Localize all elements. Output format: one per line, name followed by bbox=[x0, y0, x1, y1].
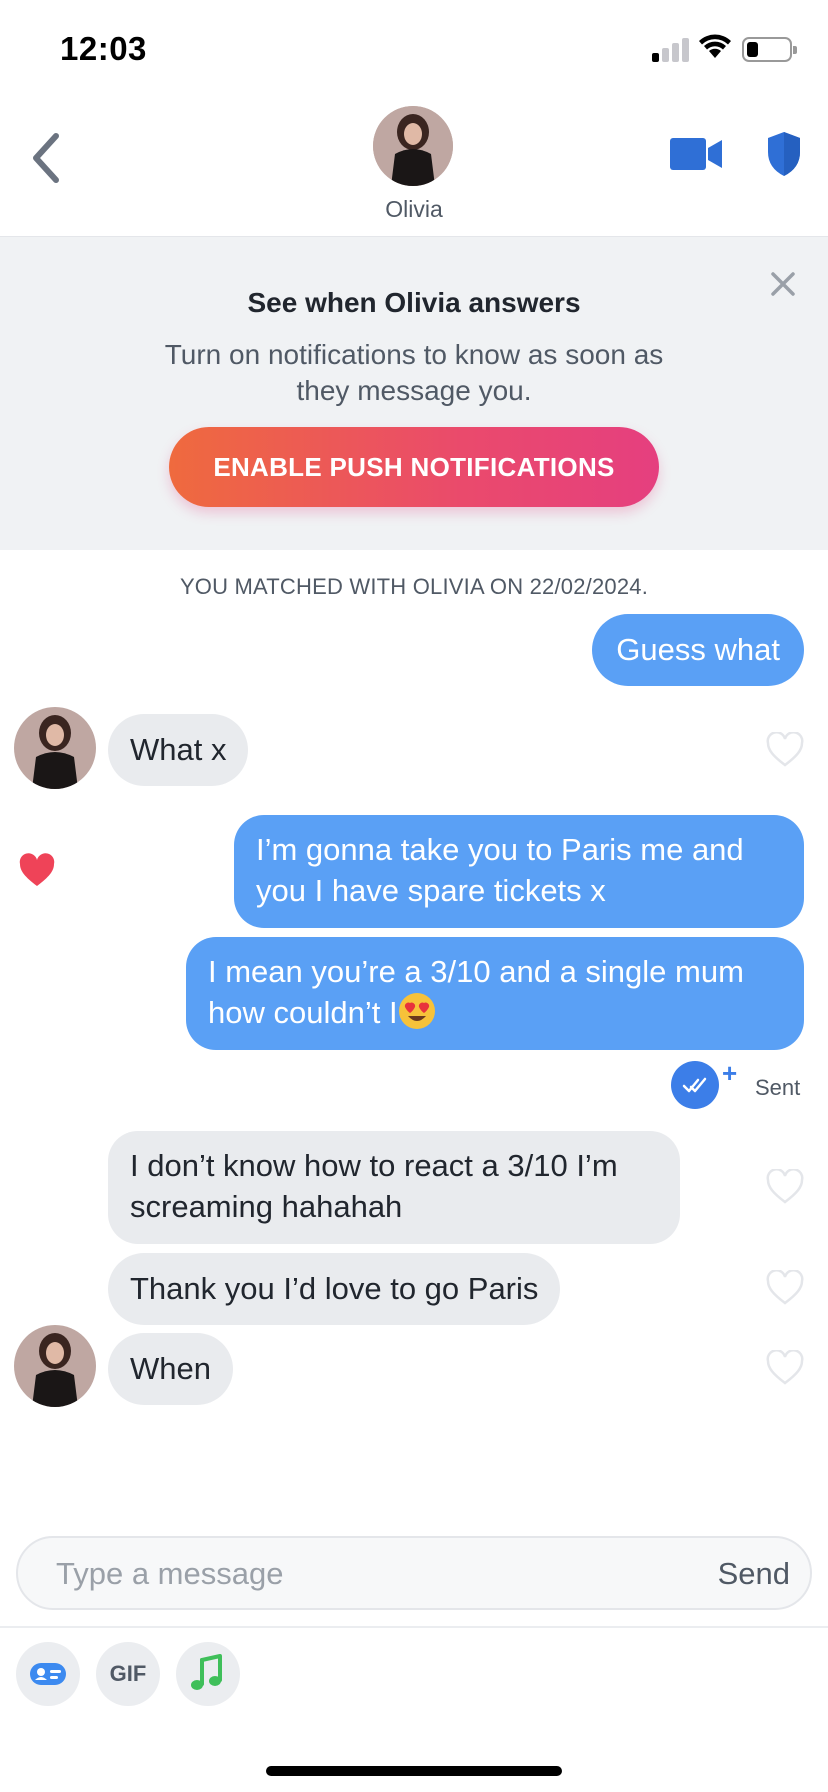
add-reaction-plus-icon[interactable]: + bbox=[722, 1058, 737, 1089]
heart-eyes-emoji bbox=[398, 993, 435, 1029]
message-bubble-incoming[interactable]: When bbox=[108, 1333, 233, 1405]
message-text: I mean you’re a 3/10 and a single mum ho… bbox=[208, 954, 744, 1030]
message-bubble-incoming[interactable]: What x bbox=[108, 714, 249, 786]
like-heart-icon[interactable] bbox=[765, 1350, 805, 1386]
sent-status: Sent bbox=[755, 1075, 801, 1100]
wifi-icon bbox=[699, 34, 731, 58]
id-card-icon bbox=[30, 1663, 66, 1685]
match-date-note: YOU MATCHED WITH OLIVIA ON 22/02/2024. bbox=[179, 574, 649, 599]
match-avatar-small[interactable] bbox=[14, 1325, 96, 1407]
match-avatar[interactable] bbox=[373, 106, 453, 186]
match-avatar-small[interactable] bbox=[14, 707, 96, 789]
battery-icon bbox=[742, 37, 797, 62]
video-call-icon[interactable] bbox=[668, 134, 724, 174]
message-input[interactable]: Type a message Send bbox=[16, 1536, 812, 1610]
message-bubble-incoming[interactable]: I don’t know how to react a 3/10 I’m scr… bbox=[108, 1131, 680, 1244]
cellular-signal-icon bbox=[652, 38, 690, 62]
music-button[interactable] bbox=[176, 1642, 240, 1706]
banner-text: Turn on notifications to know as soon as… bbox=[164, 339, 664, 406]
music-note-icon bbox=[191, 1654, 222, 1690]
home-indicator[interactable] bbox=[266, 1766, 562, 1776]
enable-push-notifications-button[interactable]: ENABLE PUSH NOTIFICATIONS bbox=[169, 427, 659, 507]
message-bubble-incoming[interactable]: Thank you I’d love to go Paris bbox=[108, 1253, 561, 1325]
back-chevron-icon[interactable] bbox=[26, 130, 66, 186]
banner-title: See when Olivia answers bbox=[247, 287, 581, 318]
liked-heart-icon bbox=[19, 853, 55, 886]
send-button[interactable]: Send bbox=[718, 1556, 790, 1592]
chat-header: Olivia bbox=[0, 92, 828, 236]
notifications-banner: See when Olivia answers Turn on notifica… bbox=[0, 236, 828, 550]
message-bubble-outgoing[interactable]: I’m gonna take you to Paris me and you I… bbox=[234, 815, 804, 928]
status-time: 12:03 bbox=[60, 30, 147, 67]
match-name[interactable]: Olivia bbox=[0, 196, 828, 223]
message-bubble-outgoing[interactable]: I mean you’re a 3/10 and a single mum ho… bbox=[186, 937, 804, 1050]
like-heart-icon[interactable] bbox=[765, 732, 805, 768]
composer-divider bbox=[0, 1626, 828, 1628]
message-bubble-outgoing[interactable]: Guess what bbox=[592, 614, 804, 686]
read-receipt-icon bbox=[671, 1061, 719, 1109]
safety-shield-icon[interactable] bbox=[764, 130, 804, 178]
id-card-button[interactable] bbox=[16, 1642, 80, 1706]
like-heart-icon[interactable] bbox=[765, 1270, 805, 1306]
gif-button[interactable]: GIF bbox=[96, 1642, 160, 1706]
like-heart-icon[interactable] bbox=[765, 1169, 805, 1205]
message-input-placeholder: Type a message bbox=[56, 1556, 284, 1591]
